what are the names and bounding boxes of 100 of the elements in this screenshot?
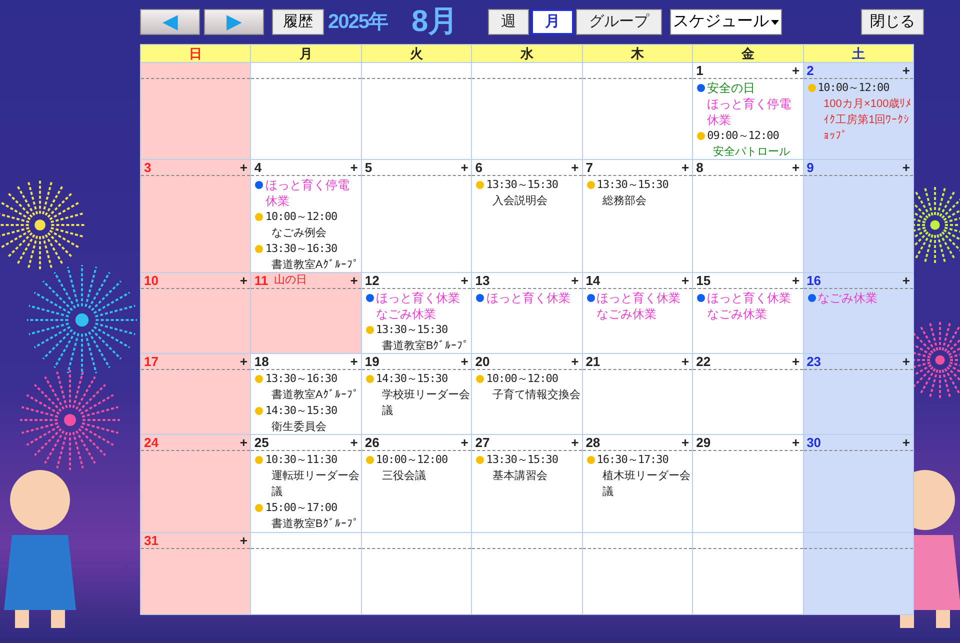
day-number[interactable]: 15 [696, 273, 711, 290]
add-event-button[interactable]: + [902, 63, 910, 80]
event-title[interactable]: ほっと育く停電休業 [707, 96, 802, 128]
day-number[interactable]: 7 [586, 160, 593, 178]
day-number[interactable]: 23 [806, 354, 822, 372]
event-title[interactable]: ほっと育く休業 [486, 290, 570, 306]
day-number[interactable]: 18 [254, 354, 269, 372]
event-title[interactable]: ほっと育く休業 [376, 290, 460, 306]
add-event-button[interactable]: + [571, 354, 579, 372]
day-number[interactable]: 30 [806, 435, 822, 452]
add-event-button[interactable]: + [240, 160, 248, 178]
add-event-button[interactable]: + [350, 435, 358, 452]
event-time: 09:00～12:00 [707, 128, 780, 144]
holiday-name: 山の日 [274, 273, 308, 288]
event-title[interactable]: 書道教室Aｸﾞﾙｰﾌﾟ [265, 257, 359, 272]
add-event-button[interactable]: + [792, 354, 800, 372]
event-title[interactable]: ほっと育く休業 [707, 290, 792, 306]
add-event-button[interactable]: + [240, 435, 248, 452]
event-title[interactable]: 子育て情報交換会 [486, 387, 580, 403]
view-tab[interactable]: 週 [488, 9, 530, 35]
event-time: 10:00～12:00 [818, 80, 890, 96]
event-time: 10:00～12:00 [486, 371, 560, 387]
event-title[interactable]: 運転班リーダー会議 [265, 468, 360, 500]
event-title[interactable]: 衛生委員会 [265, 419, 338, 434]
event-title[interactable]: 安全の日 [707, 80, 802, 96]
add-event-button[interactable]: + [682, 160, 690, 178]
day-number[interactable]: 29 [696, 435, 711, 452]
add-event-button[interactable]: + [460, 273, 468, 290]
event-title[interactable]: 書道教室Bｸﾞﾙｰﾌﾟ [376, 338, 470, 353]
event-title[interactable]: なごみ休業 [376, 306, 460, 322]
view-tab[interactable]: 月 [531, 9, 574, 35]
event-time: 10:30～11:30 [265, 452, 338, 468]
add-event-button[interactable]: + [350, 354, 358, 372]
day-number[interactable]: 13 [475, 273, 490, 290]
add-event-button[interactable]: + [792, 273, 800, 290]
add-event-button[interactable]: + [792, 435, 800, 452]
event-time: 13:30～16:30 [265, 371, 338, 387]
event-title[interactable]: 安全パトロール [707, 144, 790, 159]
close-button[interactable]: 閉じる [861, 9, 924, 35]
day-number[interactable]: 4 [254, 160, 262, 178]
day-number[interactable]: 21 [586, 354, 600, 372]
event-title[interactable]: 書道教室Bｸﾞﾙｰﾌﾟ [265, 516, 359, 532]
day-number[interactable]: 9 [806, 160, 814, 178]
add-event-button[interactable]: + [571, 273, 579, 290]
add-event-button[interactable]: + [682, 273, 690, 290]
add-event-button[interactable]: + [902, 435, 910, 452]
event-title[interactable]: 書道教室Aｸﾞﾙｰﾌﾟ [265, 387, 359, 403]
day-number[interactable]: 16 [806, 273, 822, 290]
day-number[interactable]: 6 [475, 160, 483, 178]
add-event-button[interactable]: + [240, 533, 248, 550]
add-event-button[interactable]: + [571, 435, 579, 452]
day-number[interactable]: 19 [364, 354, 380, 372]
schedule-select[interactable]: スケジュール [670, 9, 782, 35]
month-label: 8月 [412, 7, 458, 37]
event-title[interactable]: ほっと育く停電休業 [265, 177, 360, 209]
add-event-button[interactable]: + [902, 354, 910, 372]
event-title[interactable]: 植木班リーダー会議 [596, 468, 692, 500]
weekday-header: 月 [251, 45, 361, 62]
add-event-button[interactable]: + [902, 273, 910, 290]
day-number[interactable]: 5 [364, 160, 372, 178]
event-title[interactable]: 基本講習会 [486, 468, 558, 484]
add-event-button[interactable]: + [902, 160, 910, 178]
event-time: 13:30～15:30 [376, 322, 449, 338]
event-time: 10:00～12:00 [376, 452, 448, 468]
day-number[interactable]: 27 [475, 435, 490, 452]
add-event-button[interactable]: + [682, 435, 690, 452]
event-time: 10:00～12:00 [265, 209, 338, 225]
add-event-button[interactable]: + [792, 160, 800, 178]
day-number[interactable]: 25 [254, 435, 269, 452]
add-event-button[interactable]: + [460, 160, 468, 178]
weekday-header: 木 [582, 45, 692, 62]
add-event-button[interactable]: + [460, 354, 468, 372]
add-event-button[interactable]: + [240, 273, 248, 290]
day-number[interactable]: 14 [586, 273, 600, 290]
event-title[interactable]: なごみ例会 [265, 225, 338, 241]
event-title[interactable]: 学校班リーダー会議 [376, 387, 470, 419]
day-number[interactable]: 1 [696, 63, 704, 80]
add-event-button[interactable]: + [571, 160, 579, 178]
day-number[interactable]: 28 [586, 435, 600, 452]
event-title[interactable]: なごみ休業 [707, 306, 792, 322]
add-event-button[interactable]: + [460, 435, 468, 452]
add-event-button[interactable]: + [240, 354, 248, 372]
history-button[interactable]: 履歴 [272, 9, 324, 35]
add-event-button[interactable]: + [350, 160, 358, 178]
add-event-button[interactable]: + [792, 63, 800, 80]
event-title[interactable]: 総務部会 [596, 193, 668, 209]
day-number[interactable]: 12 [364, 273, 380, 290]
event-title[interactable]: 入会説明会 [486, 193, 558, 209]
event-title[interactable]: ほっと育く休業 [596, 290, 681, 306]
day-number[interactable]: 2 [806, 63, 814, 80]
view-tab[interactable]: グループ [576, 9, 662, 35]
day-number[interactable]: 8 [696, 160, 704, 178]
add-event-button[interactable]: + [682, 354, 690, 372]
day-number[interactable]: 22 [696, 354, 711, 372]
event-title[interactable]: 三役会議 [376, 468, 448, 484]
day-number[interactable]: 20 [475, 354, 490, 372]
weekday-header: 金 [693, 45, 803, 62]
day-number[interactable]: 26 [364, 435, 380, 452]
event-title[interactable]: なごみ休業 [596, 306, 681, 322]
add-event-button[interactable]: + [350, 273, 358, 290]
